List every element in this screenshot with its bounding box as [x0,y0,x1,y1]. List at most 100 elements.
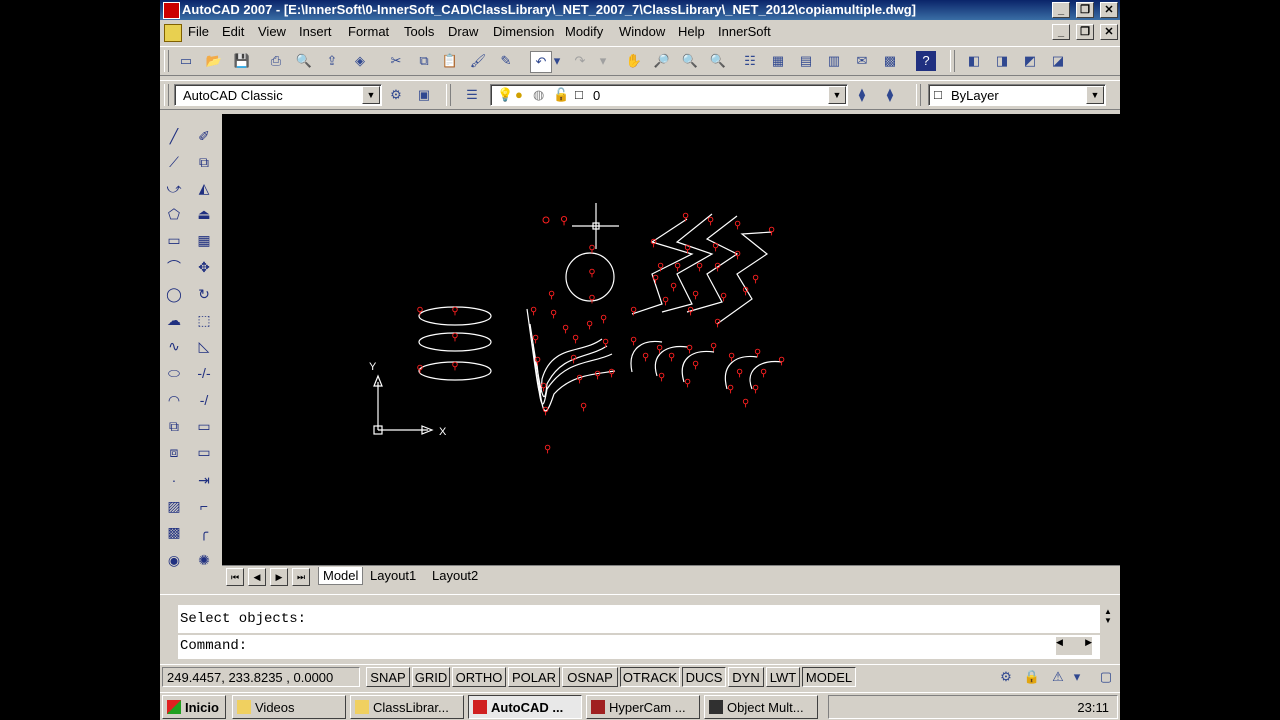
layer-dropdown[interactable]: 💡 ● ◍ 🔓 □ 0 ▼ [490,84,848,106]
cut-icon[interactable]: ✂ [386,51,406,71]
region-icon[interactable]: ◉ [164,550,184,570]
menu-innersoft[interactable]: InnerSoft [718,24,771,39]
otrack-toggle[interactable]: OTRACK [620,667,680,687]
spline-icon[interactable]: ∿ [164,336,184,356]
autocad-app-icon[interactable] [163,2,180,19]
layer-previous-icon[interactable]: ⧫ [880,85,900,105]
publish-icon[interactable]: ⇪ [322,51,342,71]
offset-icon[interactable]: ⏏ [194,204,214,224]
taskbar-item-object-multiple[interactable]: Object Mult... [704,695,818,719]
layer-manager-icon[interactable]: ☰ [462,85,482,105]
communication-center-icon[interactable]: ⚙ [996,667,1016,687]
circle-icon[interactable]: ◯ [164,284,184,304]
status-tray-icon[interactable]: ⚠ [1048,667,1068,687]
menu-modify[interactable]: Modify [565,24,603,39]
rectangle-icon[interactable]: ▭ [164,230,184,250]
drawing-icon[interactable] [164,24,182,42]
zoom-previous-icon[interactable]: 🔍 [708,51,728,71]
properties-icon[interactable]: ☷ [740,51,760,71]
chamfer-icon[interactable]: ⌐ [194,496,214,516]
zoom-realtime-icon[interactable]: 🔎 [652,51,672,71]
toolbar-lock-icon[interactable]: 🔒 [1022,667,1042,687]
next-tab-icon[interactable]: ▶ [270,568,288,586]
drawing-area[interactable]: ⚲ ⚲ ⚲ ⚲ ⚲ ⚲ ⚲ ⚲ ⚲ ⚲ ⚲ ⚲ ⚲ ⚲ ⚲ ⚲ ⚲ ⚲ ⚲ ⚲ [222,114,1120,565]
insert-block-icon[interactable]: ⧉ [164,416,184,436]
toolbar-grip[interactable] [950,50,955,72]
toolbar-grip[interactable] [164,84,169,106]
draw-order-above-icon[interactable]: ◩ [1020,51,1040,71]
design-center-icon[interactable]: ▦ [768,51,788,71]
menu-window[interactable]: Window [619,24,665,39]
toolbar-grip[interactable] [916,84,921,106]
menu-insert[interactable]: Insert [299,24,332,39]
menu-help[interactable]: Help [678,24,705,39]
redo-icon[interactable]: ↷ [570,51,590,71]
lwt-toggle[interactable]: LWT [766,667,800,687]
coordinate-readout[interactable]: 249.4457, 233.8235 , 0.0000 [162,667,360,687]
clean-screen-icon[interactable]: ▢ [1096,667,1116,687]
array-icon[interactable]: ▦ [194,230,214,250]
open-icon[interactable]: 📂 [204,51,224,71]
draw-order-under-icon[interactable]: ◪ [1048,51,1068,71]
polygon-icon[interactable]: ⬠ [164,204,184,224]
polar-toggle[interactable]: POLAR [508,667,560,687]
status-menu-icon[interactable]: ▾ [1070,667,1084,687]
tool-palettes-icon[interactable]: ▤ [796,51,816,71]
make-layer-current-icon[interactable]: ⧫ [852,85,872,105]
arc-icon[interactable]: ⌒ [164,257,184,277]
tab-layout1[interactable]: Layout1 [366,567,420,584]
taskbar-item-videos[interactable]: Videos [232,695,346,719]
toolbar-grip[interactable] [164,50,169,72]
command-scrollbar[interactable]: ▲ ▼ [1100,607,1116,633]
model-toggle[interactable]: MODEL [802,667,856,687]
chevron-down-icon[interactable]: ▼ [1086,86,1104,104]
make-block-icon[interactable]: ⧈ [164,442,184,462]
grid-toggle[interactable]: GRID [412,667,450,687]
revision-cloud-icon[interactable]: ☁ [164,310,184,330]
draw-order-back-icon[interactable]: ◨ [992,51,1012,71]
toolbar-grip[interactable] [446,84,451,106]
menu-format[interactable]: Format [348,24,389,39]
hatch-icon[interactable]: ▨ [164,496,184,516]
menu-edit[interactable]: Edit [222,24,244,39]
polyline-icon[interactable]: ⤻ [164,178,184,198]
erase-icon[interactable]: ✐ [194,126,214,146]
fillet-icon[interactable]: ╭ [194,522,214,542]
move-icon[interactable]: ✥ [194,257,214,277]
chevron-down-icon[interactable]: ▼ [828,86,846,104]
construction-line-icon[interactable]: ⟋ [164,152,184,172]
break-at-point-icon[interactable]: ▭ [194,416,214,436]
sheet-set-icon[interactable]: ▥ [824,51,844,71]
minimize-button[interactable]: _ [1052,2,1070,18]
menu-draw[interactable]: Draw [448,24,478,39]
taskbar-item-classlibrary[interactable]: ClassLibrar... [350,695,464,719]
restore-button[interactable]: ❐ [1076,2,1094,18]
scale-icon[interactable]: ⬚ [194,310,214,330]
plot-preview-icon[interactable]: 🔍 [294,51,314,71]
copy-icon[interactable]: ⧉ [414,51,434,71]
rotate-icon[interactable]: ↻ [194,284,214,304]
gradient-icon[interactable]: ▩ [164,522,184,542]
plot-icon[interactable]: ⎙ [266,51,286,71]
join-icon[interactable]: ⇥ [194,470,214,490]
new-icon[interactable]: ▭ [176,51,196,71]
line-icon[interactable]: ╱ [164,126,184,146]
tab-layout2[interactable]: Layout2 [428,567,482,584]
command-input[interactable]: Command: [178,635,1100,659]
menu-dimension[interactable]: Dimension [493,24,554,39]
scroll-right-icon[interactable]: ▶ [1085,637,1092,648]
explode-icon[interactable]: ✺ [194,550,214,570]
menu-view[interactable]: View [258,24,286,39]
extend-icon[interactable]: -/ [194,390,214,410]
ortho-toggle[interactable]: ORTHO [452,667,506,687]
copy-object-icon[interactable]: ⧉ [194,152,214,172]
taskbar-item-hypercam[interactable]: HyperCam ... [586,695,700,719]
tab-model[interactable]: Model [318,567,364,585]
3d-dwf-icon[interactable]: ◈ [350,51,370,71]
menu-file[interactable]: File [188,24,209,39]
redo-dropdown-icon[interactable]: ▾ [598,51,608,71]
stretch-icon[interactable]: ◺ [194,336,214,356]
close-button[interactable]: ✕ [1100,2,1118,18]
ellipse-icon[interactable]: ⬭ [164,363,184,383]
pan-icon[interactable]: ✋ [624,51,644,71]
